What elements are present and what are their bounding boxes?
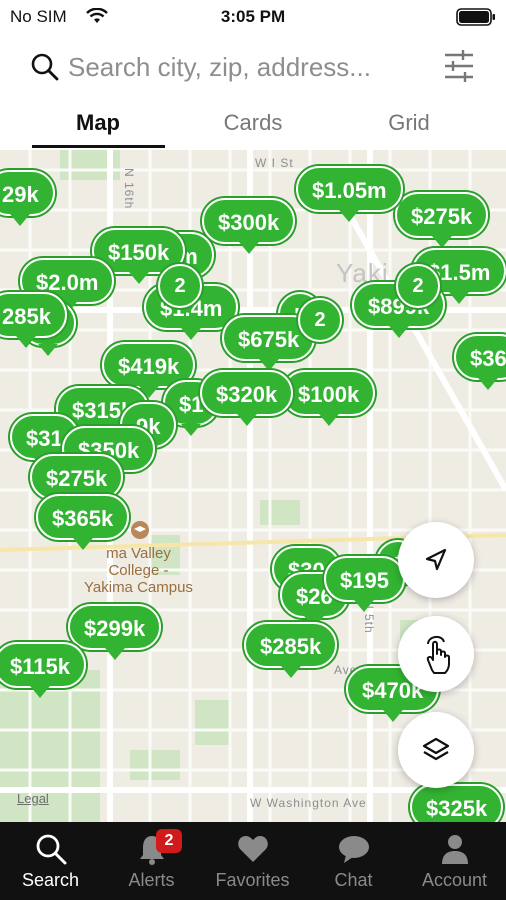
nav-alerts[interactable]: 2 Alerts xyxy=(101,822,202,900)
filter-sliders-icon[interactable] xyxy=(442,48,476,84)
nav-label: Alerts xyxy=(128,870,175,890)
alerts-badge: 2 xyxy=(156,829,182,853)
navigation-arrow-icon xyxy=(425,548,447,571)
map-layers-button[interactable] xyxy=(398,712,474,788)
price-marker[interactable]: $36 xyxy=(454,334,506,390)
tab-cards[interactable]: Cards xyxy=(183,110,323,136)
price-marker[interactable]: $1.05m xyxy=(296,166,403,222)
nav-favorites[interactable]: Favorites xyxy=(202,822,303,900)
street-label-w-washington-ave: W Washington Ave xyxy=(250,796,367,810)
nav-account[interactable]: Account xyxy=(404,822,505,900)
cluster-marker[interactable]: 2 xyxy=(298,298,342,342)
heart-icon xyxy=(237,836,268,862)
street-label-n-16th: N 16th xyxy=(122,168,136,210)
tab-map[interactable]: Map xyxy=(28,110,168,136)
chat-icon xyxy=(338,836,369,863)
person-icon xyxy=(441,835,468,864)
bottom-tab-bar: Search 2 Alerts Favorites Chat Account xyxy=(0,822,506,900)
nav-label: Favorites xyxy=(215,870,290,890)
battery-icon xyxy=(456,8,495,26)
search-input[interactable] xyxy=(68,48,428,86)
college-poi-label: ma Valley College - Yakima Campus xyxy=(84,545,193,596)
price-marker[interactable]: $365k xyxy=(36,494,130,550)
nav-label: Chat xyxy=(334,870,373,890)
nav-label: Account xyxy=(421,870,488,890)
price-marker[interactable]: $320k xyxy=(200,370,294,426)
price-marker[interactable]: $285k xyxy=(244,622,338,678)
search-bar xyxy=(0,34,506,98)
layers-icon xyxy=(422,737,450,761)
price-marker[interactable]: $300k xyxy=(202,198,296,254)
nav-label: Search xyxy=(21,870,80,890)
draw-search-button[interactable] xyxy=(398,616,474,692)
clock-time: 3:05 PM xyxy=(220,7,286,26)
price-marker[interactable]: 285k xyxy=(0,292,67,348)
college-poi-icon xyxy=(131,521,149,539)
view-tabs: Map Cards Grid xyxy=(0,98,506,150)
app-screen: No SIM 3:05 PM Map Cards xyxy=(0,0,506,900)
hand-draw-icon xyxy=(426,636,450,674)
locate-me-button[interactable] xyxy=(398,522,474,598)
nav-chat[interactable]: Chat xyxy=(303,822,404,900)
price-marker[interactable]: $325k xyxy=(410,784,504,822)
cluster-marker[interactable]: 2 xyxy=(158,264,202,308)
status-bar: No SIM 3:05 PM xyxy=(0,0,506,34)
active-tab-indicator xyxy=(32,145,165,148)
search-icon xyxy=(36,834,66,865)
price-marker[interactable]: $115k xyxy=(0,642,86,698)
tab-grid[interactable]: Grid xyxy=(339,110,479,136)
map-view[interactable]: W I St N 16th N 5th W Washington Ave Ave… xyxy=(0,150,506,822)
price-marker[interactable]: $100k xyxy=(282,370,376,426)
price-marker[interactable]: $275k xyxy=(395,192,489,248)
price-marker[interactable]: $195 xyxy=(324,556,405,612)
price-marker[interactable]: 29k xyxy=(0,170,55,226)
search-icon xyxy=(31,53,59,81)
nav-search[interactable]: Search xyxy=(0,822,101,900)
street-label-w-i-st: W I St xyxy=(255,156,294,170)
price-marker[interactable]: $299k xyxy=(68,604,162,660)
legal-link[interactable]: Legal xyxy=(17,791,49,806)
cluster-marker[interactable]: 2 xyxy=(396,264,440,308)
